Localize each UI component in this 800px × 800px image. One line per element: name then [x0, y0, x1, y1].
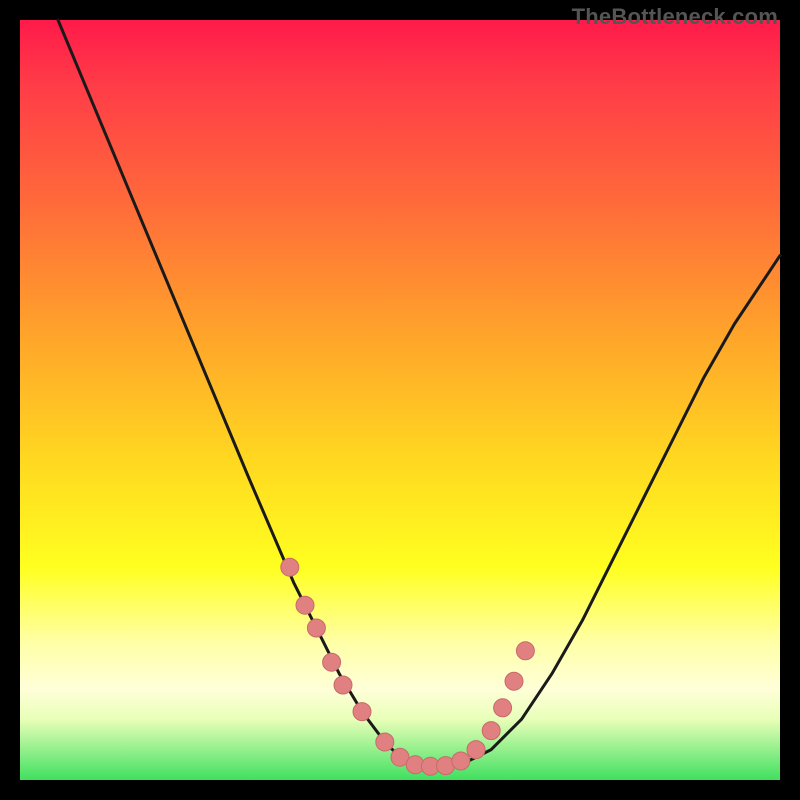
marker-point	[307, 619, 325, 637]
watermark-text: TheBottleneck.com	[572, 4, 778, 30]
marker-point	[281, 558, 299, 576]
marker-point	[452, 752, 470, 770]
marker-point	[353, 703, 371, 721]
marker-point	[516, 642, 534, 660]
marker-point	[323, 653, 341, 671]
curve-layer	[20, 20, 780, 780]
bottleneck-curve	[58, 20, 780, 769]
marker-point	[494, 699, 512, 717]
chart-container: TheBottleneck.com	[0, 0, 800, 800]
marker-point	[482, 722, 500, 740]
marker-point	[376, 733, 394, 751]
marker-point	[334, 676, 352, 694]
marker-point	[296, 596, 314, 614]
plot-area	[20, 20, 780, 780]
marker-point	[467, 741, 485, 759]
marker-point	[505, 672, 523, 690]
